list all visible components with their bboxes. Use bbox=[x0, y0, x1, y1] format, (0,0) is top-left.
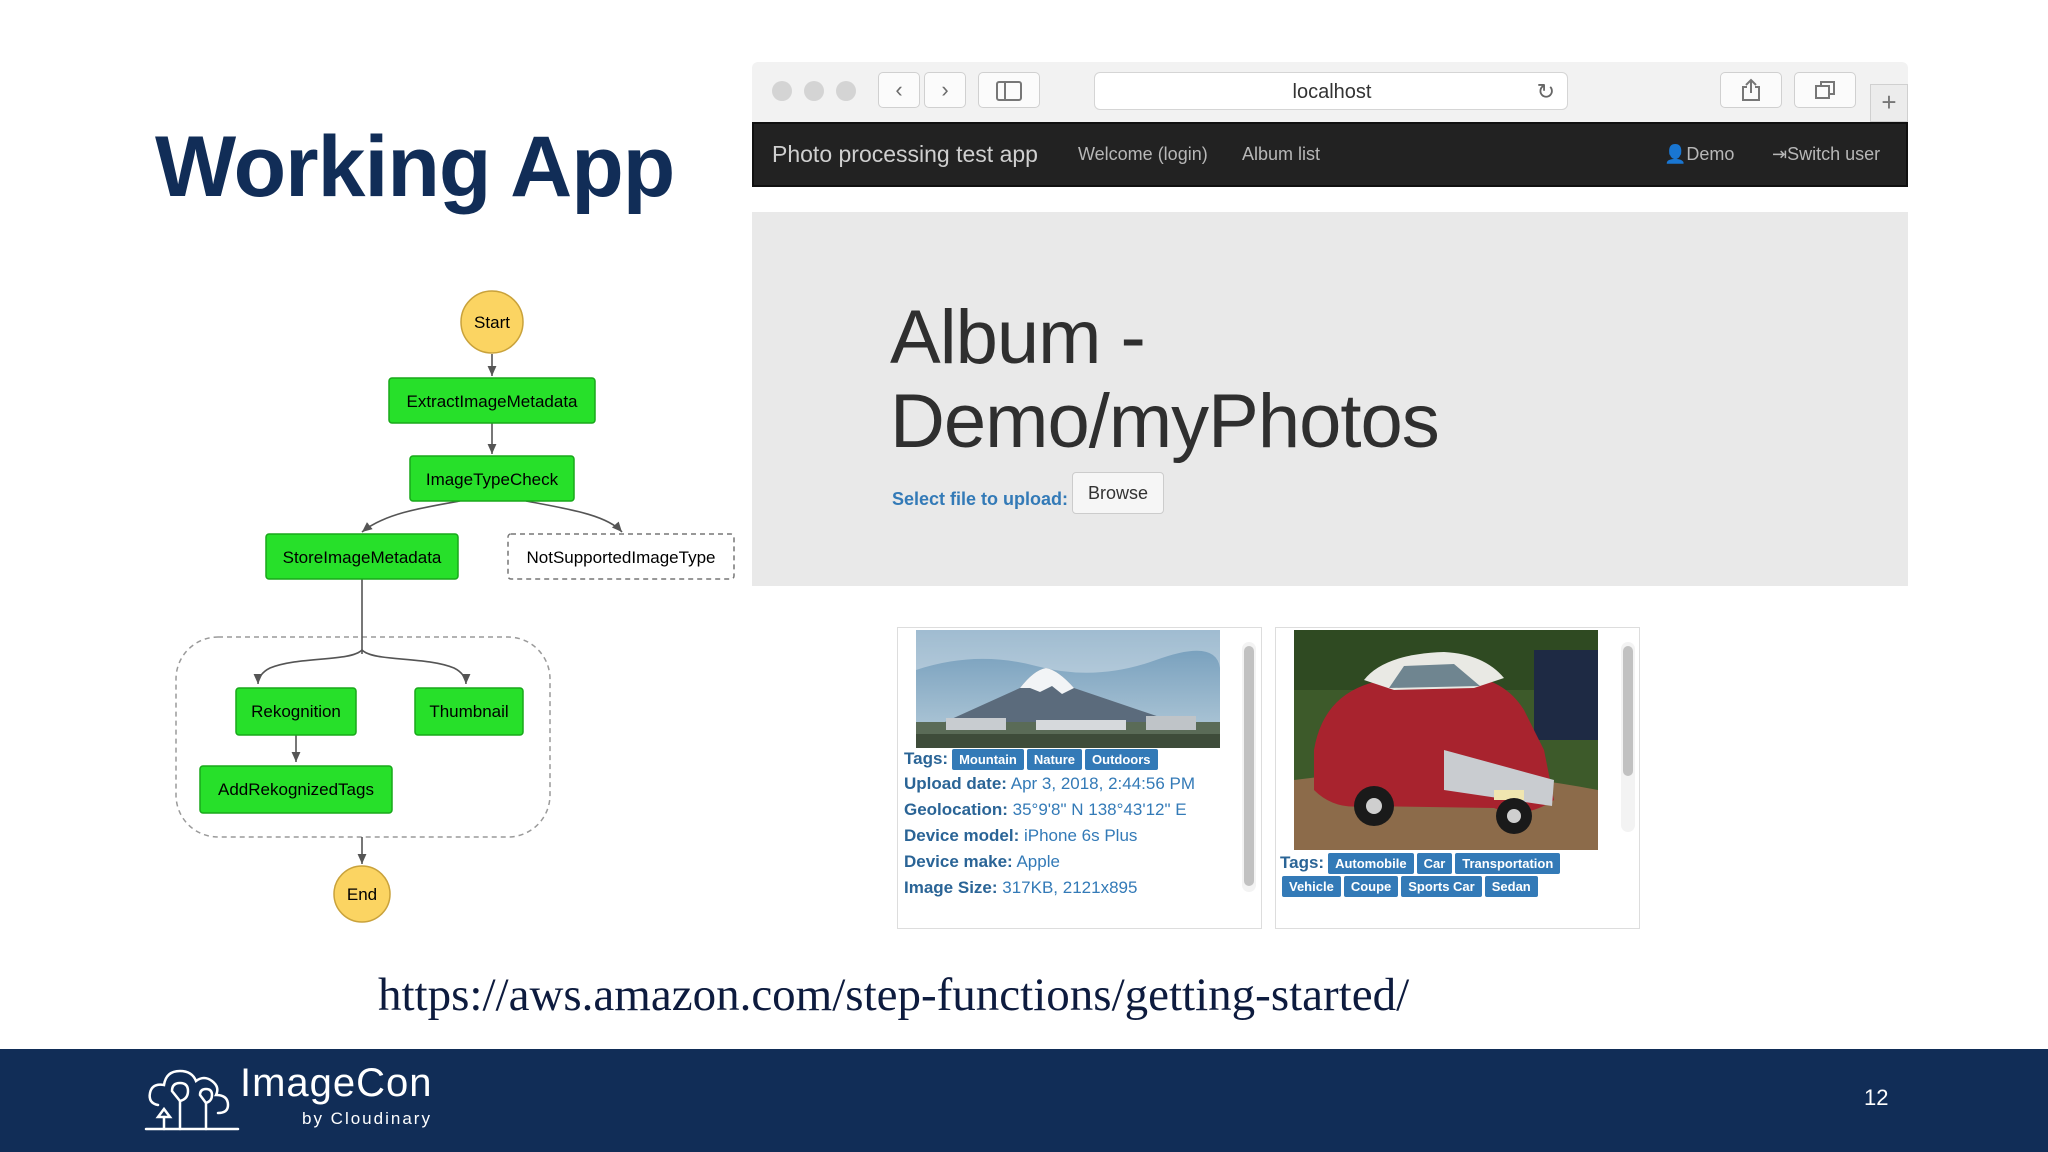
node-image-type-check[interactable]: ImageTypeCheck bbox=[409, 455, 575, 502]
tag-transportation[interactable]: Transportation bbox=[1455, 853, 1561, 874]
tag-sports-car[interactable]: Sports Car bbox=[1401, 876, 1482, 897]
photo1-scrollbar[interactable] bbox=[1242, 642, 1256, 892]
meta-geolocation: Geolocation: 35°9'8" N 138°43'12" E bbox=[904, 800, 1187, 819]
meta-device-model: Device model: iPhone 6s Plus bbox=[904, 826, 1138, 845]
photo1-tags: Tags: Mountain Nature Outdoors bbox=[904, 748, 1161, 771]
tag-sedan[interactable]: Sedan bbox=[1484, 876, 1538, 897]
reload-icon[interactable]: ↻ bbox=[1537, 73, 1555, 111]
photo-card-car: Tags: Automobile Car Transportation Vehicle… bbox=[1275, 627, 1640, 929]
photo-car[interactable] bbox=[1294, 630, 1598, 850]
logo-subtitle: by Cloudinary bbox=[302, 1109, 432, 1128]
window-close-button[interactable] bbox=[772, 81, 792, 101]
meta-image-size: Image Size: 317KB, 2121x895 bbox=[904, 878, 1138, 897]
back-icon[interactable]: ‹ bbox=[878, 72, 920, 108]
node-start[interactable]: Start bbox=[460, 290, 524, 354]
node-thumbnail[interactable]: Thumbnail bbox=[414, 687, 524, 736]
photo-card-mountain: Tags: Mountain Nature Outdoors Upload date:… bbox=[897, 627, 1262, 929]
node-add-rekognized-tags[interactable]: AddRekognizedTags bbox=[199, 765, 393, 814]
node-not-supported-image-type[interactable]: NotSupportedImageType bbox=[507, 533, 735, 580]
app-navbar: Photo processing test app Welcome (login… bbox=[752, 122, 1908, 187]
nav-user-label: Demo bbox=[1686, 144, 1735, 164]
meta-upload-date: Upload date: Apr 3, 2018, 2:44:56 PM bbox=[904, 774, 1196, 793]
svg-text:StoreImageMetadata: StoreImageMetadata bbox=[283, 548, 442, 567]
edge-typecheck-notsupported bbox=[525, 500, 623, 533]
photo2-tags-label: Tags: bbox=[1280, 853, 1325, 872]
tag-mountain[interactable]: Mountain bbox=[952, 749, 1024, 770]
address-text: localhost bbox=[1292, 81, 1372, 103]
node-store-image-metadata[interactable]: StoreImageMetadata bbox=[265, 533, 459, 580]
reference-url[interactable]: https://aws.amazon.com/step-functions/ge… bbox=[378, 968, 1409, 1022]
photo2-scroll-thumb[interactable] bbox=[1623, 646, 1633, 776]
window-minimize-button[interactable] bbox=[804, 81, 824, 101]
nav-switch-user-label: Switch user bbox=[1787, 144, 1881, 164]
address-bar[interactable]: localhost ↻ bbox=[1094, 72, 1568, 110]
tag-car[interactable]: Car bbox=[1416, 853, 1453, 874]
svg-text:NotSupportedImageType: NotSupportedImageType bbox=[526, 548, 715, 567]
nav-switch-user[interactable]: ⇥Switch user bbox=[1772, 124, 1880, 185]
nav-welcome-login[interactable]: Welcome (login) bbox=[1078, 124, 1208, 185]
photo1-tags-label: Tags: bbox=[904, 749, 949, 768]
photo1-metadata: Upload date: Apr 3, 2018, 2:44:56 PM Geo… bbox=[904, 771, 1195, 901]
svg-text:Rekognition: Rekognition bbox=[251, 702, 341, 721]
browse-button[interactable]: Browse bbox=[1072, 472, 1164, 514]
tag-coupe[interactable]: Coupe bbox=[1343, 876, 1399, 897]
new-tab-icon[interactable]: + bbox=[1870, 84, 1908, 122]
step-functions-flowchart: Start ExtractImageMetadata ImageTypeChec… bbox=[175, 290, 735, 923]
tag-outdoors[interactable]: Outdoors bbox=[1085, 749, 1158, 770]
browser-window: ‹ › localhost ↻ + Photo processing test … bbox=[752, 62, 1908, 586]
photo-mountain[interactable] bbox=[916, 630, 1220, 748]
edge-typecheck-store bbox=[361, 500, 461, 533]
browser-toolbar: ‹ › localhost ↻ bbox=[752, 62, 1908, 122]
meta-device-make: Device make: Apple bbox=[904, 852, 1060, 871]
svg-text:Start: Start bbox=[474, 313, 510, 332]
node-end[interactable]: End bbox=[333, 865, 391, 923]
slide-title: Working App bbox=[155, 119, 675, 215]
album-title: Album - Demo/myPhotos bbox=[890, 296, 1590, 464]
svg-text:Thumbnail: Thumbnail bbox=[429, 702, 508, 721]
window-zoom-button[interactable] bbox=[836, 81, 856, 101]
switch-user-icon: ⇥ bbox=[1772, 144, 1788, 164]
slide-footer: ImageCon by Cloudinary 12 bbox=[0, 1049, 2048, 1152]
user-icon: 👤 bbox=[1664, 144, 1687, 164]
svg-text:ExtractImageMetadata: ExtractImageMetadata bbox=[406, 392, 578, 411]
photo2-scrollbar[interactable] bbox=[1621, 642, 1635, 832]
node-extract-image-metadata[interactable]: ExtractImageMetadata bbox=[388, 377, 596, 424]
sidebar-icon[interactable] bbox=[978, 72, 1040, 108]
tabs-icon[interactable] bbox=[1794, 72, 1856, 108]
nav-album-list[interactable]: Album list bbox=[1242, 124, 1320, 185]
forward-icon[interactable]: › bbox=[924, 72, 966, 108]
album-title-line1: Album - bbox=[890, 295, 1146, 380]
nav-brand[interactable]: Photo processing test app bbox=[772, 124, 1038, 185]
album-header: Album - Demo/myPhotos Select file to upl… bbox=[752, 212, 1908, 586]
logo-name: ImageCon bbox=[240, 1061, 433, 1105]
album-title-line2: Demo/myPhotos bbox=[890, 379, 1440, 464]
page-number: 12 bbox=[1864, 1085, 1889, 1110]
tag-vehicle[interactable]: Vehicle bbox=[1282, 876, 1341, 897]
photo1-scroll-thumb[interactable] bbox=[1244, 646, 1254, 886]
cloud-trees-icon bbox=[144, 1069, 240, 1131]
svg-text:ImageTypeCheck: ImageTypeCheck bbox=[426, 470, 559, 489]
photo2-tags-row2: Vehicle Coupe Sports Car Sedan bbox=[1282, 876, 1541, 898]
edge-split-thumbnail bbox=[361, 649, 471, 685]
photo2-tags-row1: Tags: Automobile Car Transportation bbox=[1280, 852, 1563, 875]
tag-automobile[interactable]: Automobile bbox=[1328, 853, 1414, 874]
svg-text:AddRekognizedTags: AddRekognizedTags bbox=[218, 780, 374, 799]
nav-user[interactable]: 👤Demo bbox=[1664, 124, 1734, 185]
upload-label: Select file to upload: bbox=[892, 489, 1069, 509]
share-icon[interactable] bbox=[1720, 72, 1782, 108]
edge-split-rekognition bbox=[253, 649, 363, 685]
tag-nature[interactable]: Nature bbox=[1026, 749, 1083, 770]
svg-text:End: End bbox=[347, 885, 377, 904]
node-rekognition[interactable]: Rekognition bbox=[235, 687, 357, 736]
